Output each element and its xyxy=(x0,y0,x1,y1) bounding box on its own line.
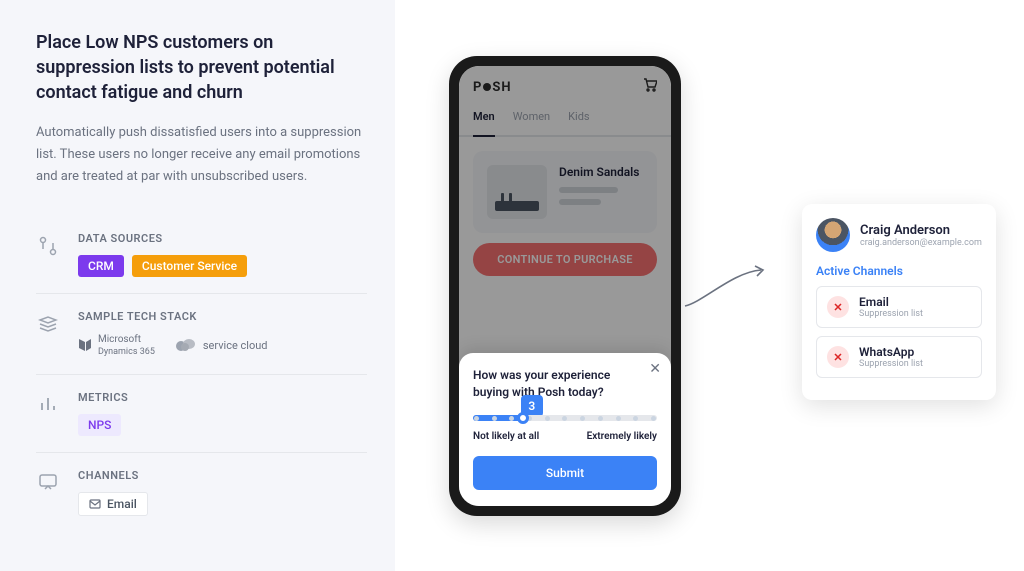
submit-button[interactable]: Submit xyxy=(473,456,657,490)
cart-icon[interactable] xyxy=(643,78,657,96)
nps-slider[interactable]: 3 xyxy=(473,415,657,421)
product-name: Denim Sandals xyxy=(559,165,643,179)
tag-nps: NPS xyxy=(78,414,121,436)
sources-icon xyxy=(36,232,60,277)
left-panel: Place Low NPS customers on suppression l… xyxy=(0,0,395,571)
tech-stack-section: SAMPLE TECH STACK MicrosoftDynamics 365 … xyxy=(36,294,367,375)
tab-women[interactable]: Women xyxy=(513,110,550,127)
suppress-icon: ✕ xyxy=(827,346,849,368)
tag-customer-service: Customer Service xyxy=(132,255,247,277)
channel-status: Suppression list xyxy=(859,359,923,369)
page-title: Place Low NPS customers on suppression l… xyxy=(36,30,367,106)
user-email: craig.anderson@example.com xyxy=(860,238,982,248)
channels-label: CHANNELS xyxy=(78,469,367,482)
channel-name: WhatsApp xyxy=(859,345,923,359)
channel-email: ✕ Email Suppression list xyxy=(816,286,982,328)
data-sources-label: DATA SOURCES xyxy=(78,232,367,245)
survey-close-icon[interactable]: ✕ xyxy=(649,361,661,377)
channel-status: Suppression list xyxy=(859,309,923,319)
metrics-label: METRICS xyxy=(78,391,367,404)
phone-tabs: Men Women Kids xyxy=(459,104,671,137)
phone-brand: PSH xyxy=(473,80,512,95)
phone-mockup: PSH Men Women Kids Denim Sandals xyxy=(449,56,681,516)
phone-screen: PSH Men Women Kids Denim Sandals xyxy=(459,66,671,506)
active-channels-label: Active Channels xyxy=(816,264,982,278)
product-card[interactable]: Denim Sandals xyxy=(473,151,657,233)
channel-whatsapp: ✕ WhatsApp Suppression list xyxy=(816,336,982,378)
tech-stack-label: SAMPLE TECH STACK xyxy=(78,310,367,323)
survey-question: How was your experience buying with Posh… xyxy=(473,367,657,401)
channels-section: CHANNELS Email xyxy=(36,453,367,532)
continue-purchase-button[interactable]: CONTINUE TO PURCHASE xyxy=(473,243,657,276)
metrics-icon xyxy=(36,391,60,436)
tag-crm: CRM xyxy=(78,255,124,277)
page-description: Automatically push dissatisfied users in… xyxy=(36,122,367,188)
right-panel: PSH Men Women Kids Denim Sandals xyxy=(395,0,1024,571)
user-name: Craig Anderson xyxy=(860,223,982,238)
user-card: Craig Anderson craig.anderson@example.co… xyxy=(802,204,996,400)
channel-name: Email xyxy=(859,295,923,309)
tab-kids[interactable]: Kids xyxy=(568,110,589,127)
tech-microsoft: MicrosoftDynamics 365 xyxy=(78,333,155,358)
survey-sheet: ✕ How was your experience buying with Po… xyxy=(459,353,671,506)
tech-salesforce: service cloud xyxy=(175,337,268,353)
tag-email: Email xyxy=(78,492,148,516)
envelope-icon xyxy=(89,499,101,509)
channels-icon xyxy=(36,469,60,516)
data-sources-section: DATA SOURCES CRM Customer Service xyxy=(36,216,367,294)
metrics-section: METRICS NPS xyxy=(36,375,367,453)
slider-max-label: Extremely likely xyxy=(587,431,657,442)
main-container: Place Low NPS customers on suppression l… xyxy=(0,0,1024,571)
stack-icon xyxy=(36,310,60,358)
tab-men[interactable]: Men xyxy=(473,110,495,137)
suppress-icon: ✕ xyxy=(827,296,849,318)
arrow-icon xyxy=(683,264,767,308)
avatar xyxy=(816,218,850,252)
product-image xyxy=(487,165,547,219)
slider-min-label: Not likely at all xyxy=(473,431,539,442)
